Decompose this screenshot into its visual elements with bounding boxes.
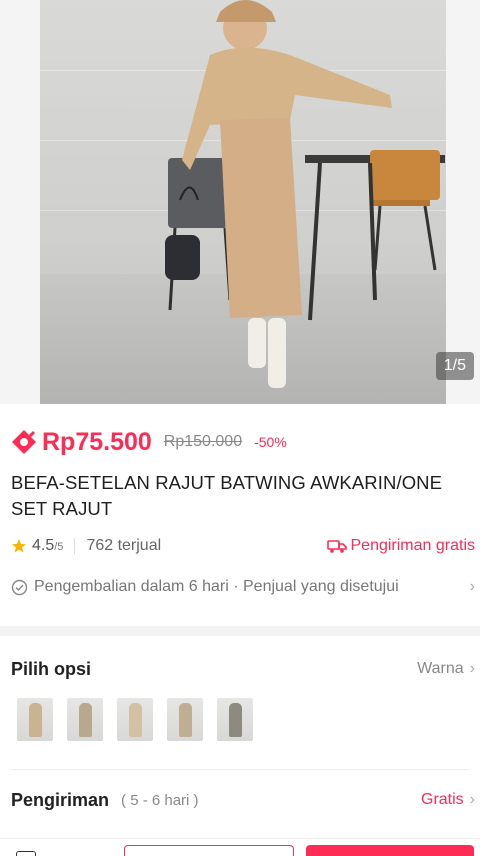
rating-value: 4.5	[32, 537, 55, 554]
original-price: Rp150.000	[163, 433, 243, 450]
chevron-right-icon: ›	[469, 578, 475, 595]
variant-thumb-3[interactable]	[117, 698, 153, 741]
check-circle-icon	[11, 579, 28, 595]
variant-selector[interactable]: Warna ›	[417, 660, 475, 678]
shipping-row[interactable]: Pengiriman ( 5 - 6 hari ) Gratis ›	[11, 787, 475, 813]
bottom-action-bar	[0, 838, 480, 856]
return-policy-text: Pengembalian dalam 6 hari · Penjual yang…	[34, 578, 399, 595]
shipping-cost: Gratis ›	[421, 791, 475, 809]
buy-now-button[interactable]	[306, 845, 474, 856]
variant-figure	[229, 703, 242, 737]
rating-max: /5	[54, 541, 64, 553]
sold-count: 762 terjual	[86, 537, 162, 554]
store-icon[interactable]	[16, 851, 36, 856]
chevron-right-icon: ›	[469, 660, 475, 677]
star-icon	[12, 539, 26, 553]
free-shipping-label: Pengiriman gratis	[350, 537, 476, 554]
variant-thumb-4[interactable]	[167, 698, 203, 741]
variant-thumb-1[interactable]	[17, 698, 53, 741]
discount-badge: -50%	[254, 434, 287, 450]
variant-figure	[129, 703, 142, 737]
product-photo	[40, 0, 446, 404]
model-figure	[165, 0, 445, 388]
return-policy-row[interactable]: Pengembalian dalam 6 hari · Penjual yang…	[11, 575, 475, 599]
rating[interactable]: 4.5/5	[32, 537, 63, 555]
variant-figure	[179, 703, 192, 737]
variant-label: Warna	[417, 660, 464, 677]
price-tag-icon	[12, 430, 36, 454]
chevron-right-icon: ›	[469, 791, 475, 808]
product-image-carousel[interactable]: 1/5	[0, 0, 480, 404]
section-divider	[0, 626, 480, 636]
divider	[74, 538, 76, 554]
variant-thumb-5[interactable]	[217, 698, 253, 741]
product-title: BEFA-SETELAN RAJUT BATWING AWKARIN/ONE S…	[11, 472, 443, 519]
free-shipping-badge: Pengiriman gratis	[326, 537, 476, 555]
price-row: Rp75.500 Rp150.000 -50%	[10, 424, 287, 460]
image-counter: 1/5	[435, 352, 474, 380]
options-title: Pilih opsi	[11, 658, 92, 679]
variant-figure	[79, 703, 92, 737]
shipping-title: Pengiriman	[11, 789, 110, 810]
variant-thumbnails	[17, 698, 253, 741]
shipping-days: ( 5 - 6 hari )	[121, 791, 199, 809]
current-price: Rp75.500	[42, 427, 152, 456]
add-to-cart-button[interactable]	[124, 845, 294, 856]
options-header[interactable]: Pilih opsi Warna ›	[11, 656, 475, 682]
divider	[11, 769, 469, 770]
product-meta-row: 4.5/5 762 terjual Pengiriman gratis	[11, 534, 475, 558]
shipping-cost-label: Gratis	[421, 791, 464, 808]
truck-icon	[326, 540, 347, 553]
variant-thumb-2[interactable]	[67, 698, 103, 741]
variant-figure	[29, 703, 42, 737]
